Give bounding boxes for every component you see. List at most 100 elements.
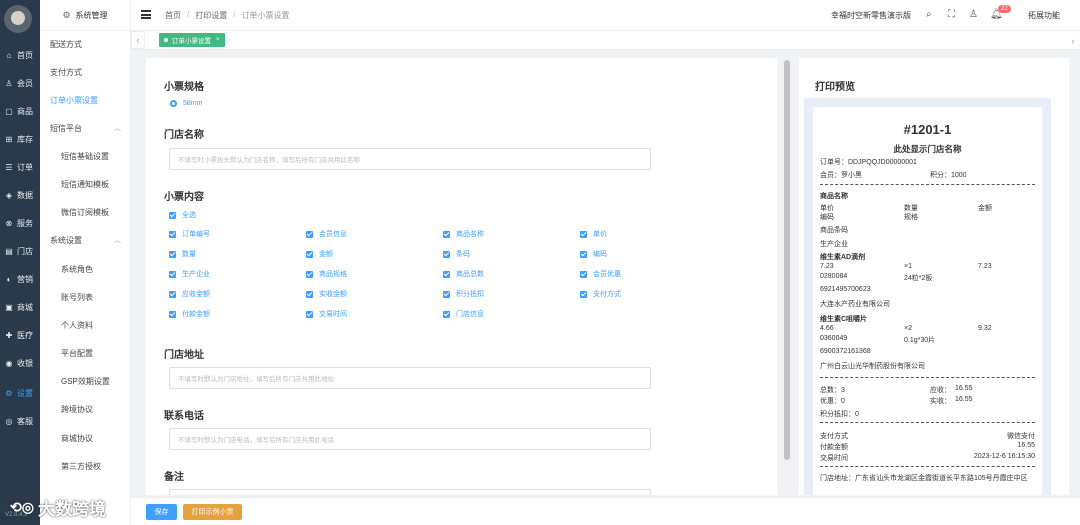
tab-scroll-right-icon[interactable]: ›: [1066, 31, 1080, 50]
nav-item-9[interactable]: ▣ 商城: [0, 294, 40, 320]
nav-item-8[interactable]: ◐ 营销: [0, 266, 40, 292]
submenu-item-label: GSP效期设置: [61, 376, 110, 386]
submenu-item-5[interactable]: 短信通知模板: [40, 173, 131, 195]
submenu-item-label: 个人资料: [61, 320, 93, 330]
paid-value: 16.55: [955, 396, 973, 403]
submenu-item-7[interactable]: 系统设置 ︿: [40, 229, 131, 251]
nav-item-0[interactable]: ⌂ 首页: [0, 42, 40, 68]
nav-item-1[interactable]: ♙ 会员: [0, 70, 40, 96]
nav-item-2[interactable]: ▢ 商品: [0, 98, 40, 124]
content-checkbox[interactable]: 金额: [306, 249, 333, 259]
tab-receipt-settings[interactable]: 订单小票设置 ×: [159, 33, 225, 47]
checkbox-label: 生产企业: [182, 271, 210, 278]
submenu-item-6[interactable]: 微信订阅模板: [40, 201, 131, 223]
content-checkbox[interactable]: 应收金额: [169, 289, 210, 299]
pay-amount-label: 付款金额: [820, 444, 848, 451]
submenu-item-14[interactable]: 商城协议: [40, 427, 131, 449]
nav-item-5[interactable]: ◈ 数据: [0, 182, 40, 208]
nav-item-7[interactable]: ▤ 门店: [0, 238, 40, 264]
content-checkbox[interactable]: 会员优惠: [580, 269, 621, 279]
store-name[interactable]: 幸福时空新零售演示版: [831, 10, 911, 21]
content-checkbox[interactable]: 商品名称: [443, 229, 484, 239]
spec-radio-58mm[interactable]: 58mm: [170, 100, 202, 107]
address-input[interactable]: 不填写时默认为门店地址，填写后所有门店共用此地址: [169, 367, 651, 389]
select-all-checkbox[interactable]: 全选: [169, 210, 196, 220]
breadcrumb-home[interactable]: 首页: [165, 10, 181, 21]
submenu-item-13[interactable]: 跨境协议: [40, 398, 131, 420]
content-checkbox[interactable]: 实收金额: [306, 289, 347, 299]
content-checkbox[interactable]: 条码: [443, 249, 470, 259]
nav-item-10[interactable]: ✚ 医疗: [0, 322, 40, 348]
store-icon: ▤: [5, 246, 13, 256]
checkbox-label: 条码: [456, 251, 470, 258]
nav-item-label: 数据: [17, 190, 33, 200]
receivable-value: 16.55: [955, 385, 973, 392]
nav-item-3[interactable]: ⊞ 库存: [0, 126, 40, 152]
receipt-item-spec: 24粒*2板: [904, 275, 933, 282]
submenu-item-3[interactable]: 短信平台 ︿: [40, 117, 131, 139]
store-name-input[interactable]: 不填写时小票抬头默认为门店名称，填写后所有门店共用此名称: [169, 148, 651, 170]
content-checkbox[interactable]: 交易时间: [306, 309, 347, 319]
check-icon: [443, 250, 450, 258]
receipt-item-price-row: 4.66 ×2 9.32: [820, 325, 1035, 332]
sub-menu: ⚙ 系统管理 配送方式 支付方式 订单小票设置 短信平台 ︿ 短信基础设置 短信通知模板 微信…: [40, 0, 131, 525]
remark-input[interactable]: [169, 489, 651, 495]
extension-link[interactable]: 拓展功能: [1028, 10, 1060, 21]
user-icon[interactable]: ♙: [969, 9, 978, 20]
content-checkbox[interactable]: 门店信息: [443, 309, 484, 319]
tab-scroll-left-icon[interactable]: ‹: [131, 31, 145, 49]
nav-item-12[interactable]: ⚙ 设置: [0, 380, 40, 406]
content-checkbox[interactable]: 支付方式: [580, 289, 621, 299]
content-checkbox[interactable]: 订单编号: [169, 229, 210, 239]
submenu-item-10[interactable]: 个人资料: [40, 314, 131, 336]
submenu-item-8[interactable]: 系统角色: [40, 258, 131, 280]
gear-icon: ⚙: [62, 9, 71, 20]
submenu-item-1[interactable]: 支付方式: [40, 61, 131, 83]
cashier-icon: ◉: [5, 358, 13, 368]
print-sample-button[interactable]: 打印示例小票: [183, 504, 242, 520]
check-icon: [580, 270, 587, 278]
breadcrumb-print-settings[interactable]: 打印设置: [195, 10, 227, 21]
save-button[interactable]: 保存: [146, 504, 177, 520]
check-icon: [443, 290, 450, 298]
nav-item-11[interactable]: ◉ 收银: [0, 350, 40, 376]
avatar[interactable]: [4, 5, 32, 33]
content-checkbox[interactable]: 会员信息: [306, 229, 347, 239]
content-checkbox[interactable]: 生产企业: [169, 269, 210, 279]
checkbox-label: 订单编号: [182, 231, 210, 238]
close-icon[interactable]: ×: [216, 37, 220, 43]
check-icon: [306, 290, 313, 298]
content-checkbox[interactable]: 数量: [169, 249, 196, 259]
form-scrollbar[interactable]: [783, 58, 791, 495]
submenu-item-11[interactable]: 平台配置: [40, 342, 131, 364]
nav-item-4[interactable]: ☰ 订单: [0, 154, 40, 180]
content-checkbox[interactable]: 编码: [580, 249, 607, 259]
submenu-item-0[interactable]: 配送方式: [40, 33, 131, 55]
menu-toggle-icon[interactable]: [141, 10, 151, 19]
content-checkbox[interactable]: 商品总数: [443, 269, 484, 279]
content-checkbox[interactable]: 积分抵扣: [443, 289, 484, 299]
receipt-store-name: 此处显示门店名称: [893, 144, 962, 154]
checkbox-label: 积分抵扣: [456, 291, 484, 298]
breadcrumb-separator: /: [187, 10, 190, 19]
content-checkbox[interactable]: 商品规格: [306, 269, 347, 279]
phone-input[interactable]: 不填写时默认为门店电话，填写后所有门店共用此电话: [169, 428, 651, 450]
checkbox-label: 编码: [593, 251, 607, 258]
nav-item-13[interactable]: ◎ 客服: [0, 408, 40, 434]
settings-form: 小票规格 58mm 门店名称 不填写时小票抬头默认为门店名称，填写后所有门店共用…: [146, 58, 777, 495]
content-checkbox[interactable]: 付款金额: [169, 309, 210, 319]
submenu-item-4[interactable]: 短信基础设置: [40, 145, 131, 167]
submenu-item-2[interactable]: 订单小票设置: [40, 89, 131, 111]
search-icon[interactable]: ⌕: [926, 9, 932, 20]
submenu-item-12[interactable]: GSP效期设置: [40, 370, 131, 392]
scrollbar-thumb[interactable]: [784, 60, 790, 460]
nav-item-6[interactable]: ⊗ 服务: [0, 210, 40, 236]
fullscreen-icon[interactable]: ⛶: [948, 9, 955, 20]
content-checkbox[interactable]: 单价: [580, 229, 607, 239]
active-dot: [164, 38, 168, 42]
submenu-item-9[interactable]: 账号列表: [40, 286, 131, 308]
checkbox-label: 会员优惠: [593, 271, 621, 278]
receipt-item-qty: ×2: [904, 325, 912, 332]
checkbox-label: 单价: [593, 231, 607, 238]
submenu-item-15[interactable]: 第三方授权: [40, 455, 131, 477]
